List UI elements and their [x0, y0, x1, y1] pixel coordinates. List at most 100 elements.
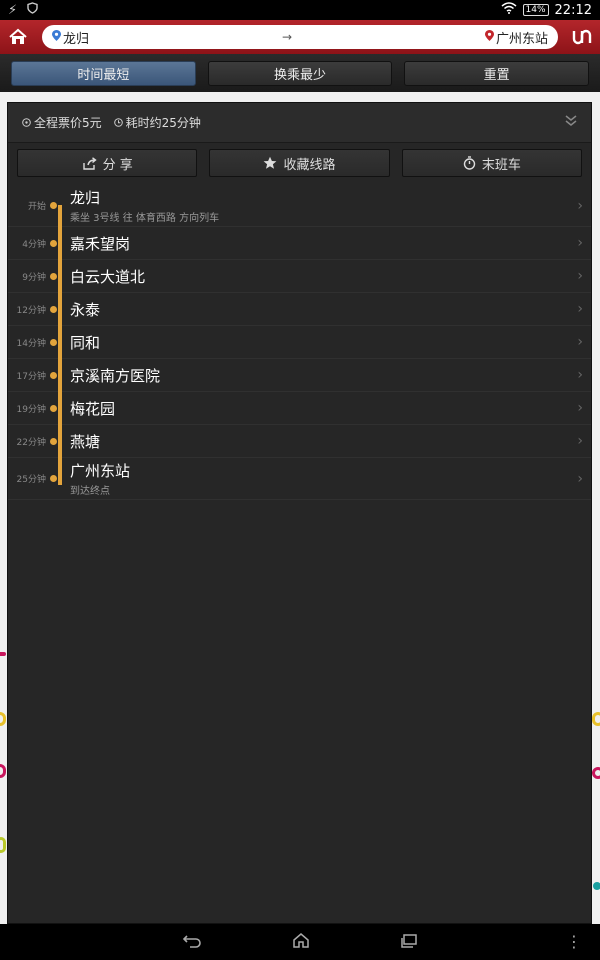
stop-name: 燕塘	[70, 432, 101, 451]
stop-dot	[49, 305, 57, 313]
chevron-right-icon: ›	[577, 235, 583, 251]
stop-time: 4分钟	[22, 239, 46, 250]
reset-button[interactable]: 重置	[404, 60, 590, 86]
stop-row[interactable]: 12分钟 永泰 ›	[8, 293, 591, 326]
stop-name: 广州东站	[70, 462, 131, 480]
stop-name: 梅花园	[70, 399, 116, 418]
map-line	[592, 712, 600, 726]
back-icon	[182, 934, 201, 948]
stop-name: 嘉禾望岗	[70, 234, 131, 253]
charging-icon: ⚡	[8, 2, 18, 18]
stop-row[interactable]: 17分钟 京溪南方医院 ›	[8, 359, 591, 392]
map-line	[0, 712, 6, 726]
last-train-label: 末班车	[481, 157, 521, 173]
origin-pin-icon	[52, 29, 61, 45]
stop-note: 乘坐 3号线 往 体育西路 方向列车	[70, 213, 220, 224]
stop-note: 到达终点	[70, 486, 110, 497]
tab-shortest-time[interactable]: 时间最短	[11, 60, 196, 86]
chevron-right-icon: ›	[577, 470, 583, 487]
stop-time: 开始	[27, 202, 46, 212]
origin-station[interactable]: 龙归	[63, 28, 89, 47]
chevron-right-icon: ›	[577, 334, 583, 350]
stop-name: 永泰	[70, 300, 101, 319]
stop-time: 19分钟	[16, 404, 46, 415]
stop-row[interactable]: 4分钟 嘉禾望岗 ›	[8, 227, 591, 260]
map-line	[0, 764, 6, 778]
battery-icon: 14%	[522, 4, 549, 16]
chevron-right-icon: ›	[577, 367, 583, 383]
favorite-route-button[interactable]: 收藏线路	[209, 149, 390, 177]
stop-time: 22分钟	[16, 437, 46, 448]
stop-dot	[49, 437, 57, 445]
clock-icon	[113, 118, 123, 127]
destination-station[interactable]: 广州东站	[496, 28, 548, 47]
fare-icon	[22, 118, 31, 127]
tab-fewest-transfers[interactable]: 换乘最少	[207, 60, 393, 86]
route-summary: 全程票价5元 耗时约25分钟	[8, 103, 591, 143]
chevron-right-icon: ›	[577, 301, 583, 317]
stop-list: 开始 龙归 乘坐 3号线 往 体育西路 方向列车 › 4分钟 嘉禾望岗 › 9分…	[8, 185, 591, 500]
map-line	[0, 837, 6, 853]
stop-dot	[49, 475, 57, 482]
recent-apps-icon	[401, 933, 417, 948]
metro-logo-icon	[572, 29, 592, 45]
map-line	[0, 652, 6, 656]
stop-row[interactable]: 22分钟 燕塘 ›	[8, 425, 591, 458]
stop-dot	[49, 239, 57, 247]
stop-row[interactable]: 19分钟 梅花园 ›	[8, 392, 591, 425]
home-button[interactable]	[0, 20, 36, 54]
chevron-right-icon: ›	[577, 433, 583, 449]
chevron-right-icon: ›	[577, 268, 583, 284]
stopwatch-icon	[463, 156, 476, 170]
stop-time: 12分钟	[16, 305, 46, 316]
app-header: 龙归 → 广州东站	[0, 20, 600, 54]
stop-name: 龙归	[70, 189, 101, 207]
home-nav-button[interactable]	[292, 932, 310, 952]
duration-text: 耗时约25分钟	[125, 116, 201, 130]
share-button[interactable]: 分 享	[17, 149, 198, 177]
wifi-icon	[501, 2, 517, 18]
stop-dot	[49, 404, 57, 412]
map-line	[592, 767, 600, 779]
destination-pin-icon	[484, 29, 494, 45]
stop-row[interactable]: 开始 龙归 乘坐 3号线 往 体育西路 方向列车 ›	[8, 185, 591, 227]
share-label: 分 享	[102, 157, 133, 173]
app-logo-button[interactable]	[564, 20, 600, 54]
stop-dot	[49, 202, 57, 209]
stop-time: 25分钟	[16, 475, 46, 485]
back-button[interactable]	[182, 933, 202, 952]
stop-name: 京溪南方医院	[70, 366, 161, 385]
map-line	[593, 882, 600, 890]
stop-name: 白云大道北	[70, 267, 146, 286]
expand-chevron-icon[interactable]	[565, 114, 577, 131]
favorite-label: 收藏线路	[283, 157, 336, 173]
stop-row[interactable]: 14分钟 同和 ›	[8, 326, 591, 359]
recent-apps-button[interactable]	[400, 933, 418, 952]
clock-time: 22:12	[554, 2, 592, 18]
system-nav-bar: ⋮	[0, 924, 600, 960]
home-icon	[9, 28, 27, 44]
fare-text: 全程票价5元	[34, 116, 102, 130]
chevron-right-icon: ›	[577, 197, 583, 214]
status-bar: ⚡ 14% 22:12	[0, 0, 600, 20]
route-arrow: →	[281, 30, 293, 44]
metro-line-band	[58, 205, 62, 485]
stop-time: 14分钟	[16, 338, 46, 349]
stop-time: 17分钟	[16, 371, 46, 382]
chevron-right-icon: ›	[577, 400, 583, 416]
stop-name: 同和	[70, 333, 101, 352]
stop-row[interactable]: 9分钟 白云大道北 ›	[8, 260, 591, 293]
stop-row[interactable]: 25分钟 广州东站 到达终点 ›	[8, 458, 591, 500]
home-outline-icon	[293, 933, 309, 948]
stop-dot	[49, 338, 57, 346]
star-icon	[264, 156, 277, 169]
route-bar[interactable]: 龙归 → 广州东站	[42, 25, 558, 49]
stop-dot	[49, 371, 57, 379]
last-train-button[interactable]: 末班车	[401, 149, 582, 177]
route-detail-panel: 全程票价5元 耗时约25分钟 分 享 收藏线路 末班车 开始 龙归 乘坐 3号线…	[7, 102, 592, 924]
route-actions: 分 享 收藏线路 末班车	[8, 143, 591, 185]
stop-time: 9分钟	[22, 272, 46, 283]
share-icon	[82, 156, 97, 170]
overflow-menu-icon[interactable]: ⋮	[566, 932, 582, 951]
stop-dot	[49, 272, 57, 280]
